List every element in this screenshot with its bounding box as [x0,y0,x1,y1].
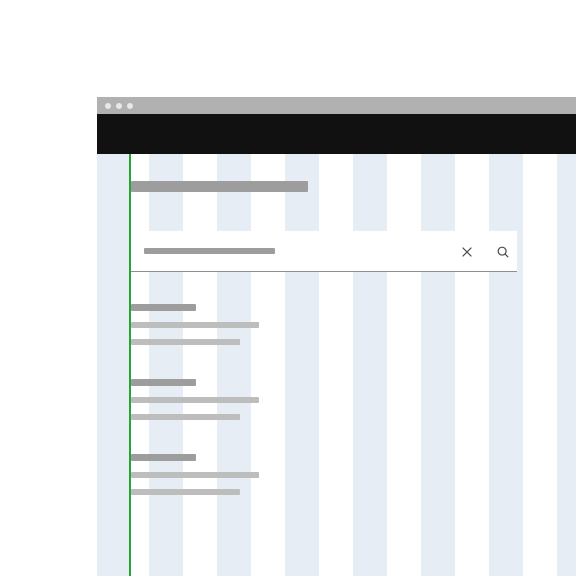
app-header [97,114,576,154]
list-item[interactable] [131,379,517,420]
browser-window: Clear Search [97,97,576,576]
list-item[interactable] [131,454,517,495]
result-title [131,304,196,311]
search-input[interactable] [144,248,275,254]
search-underline [131,271,517,272]
traffic-light-minimize-icon[interactable] [116,103,122,109]
page-body: Clear Search [97,154,576,576]
result-line-2 [131,339,240,345]
result-line-1 [131,472,259,478]
window-titlebar [97,97,576,114]
search-bar: Clear Search [131,231,517,272]
traffic-light-zoom-icon[interactable] [127,103,133,109]
close-icon[interactable]: Clear [459,244,475,260]
search-icon[interactable]: Search [495,244,511,260]
result-title [131,454,196,461]
result-line-2 [131,414,240,420]
traffic-light-close-icon[interactable] [105,103,111,109]
list-item[interactable] [131,304,517,345]
result-line-2 [131,489,240,495]
results-list [131,304,517,495]
result-line-1 [131,397,259,403]
result-line-1 [131,322,259,328]
result-title [131,379,196,386]
page-title [131,181,308,192]
